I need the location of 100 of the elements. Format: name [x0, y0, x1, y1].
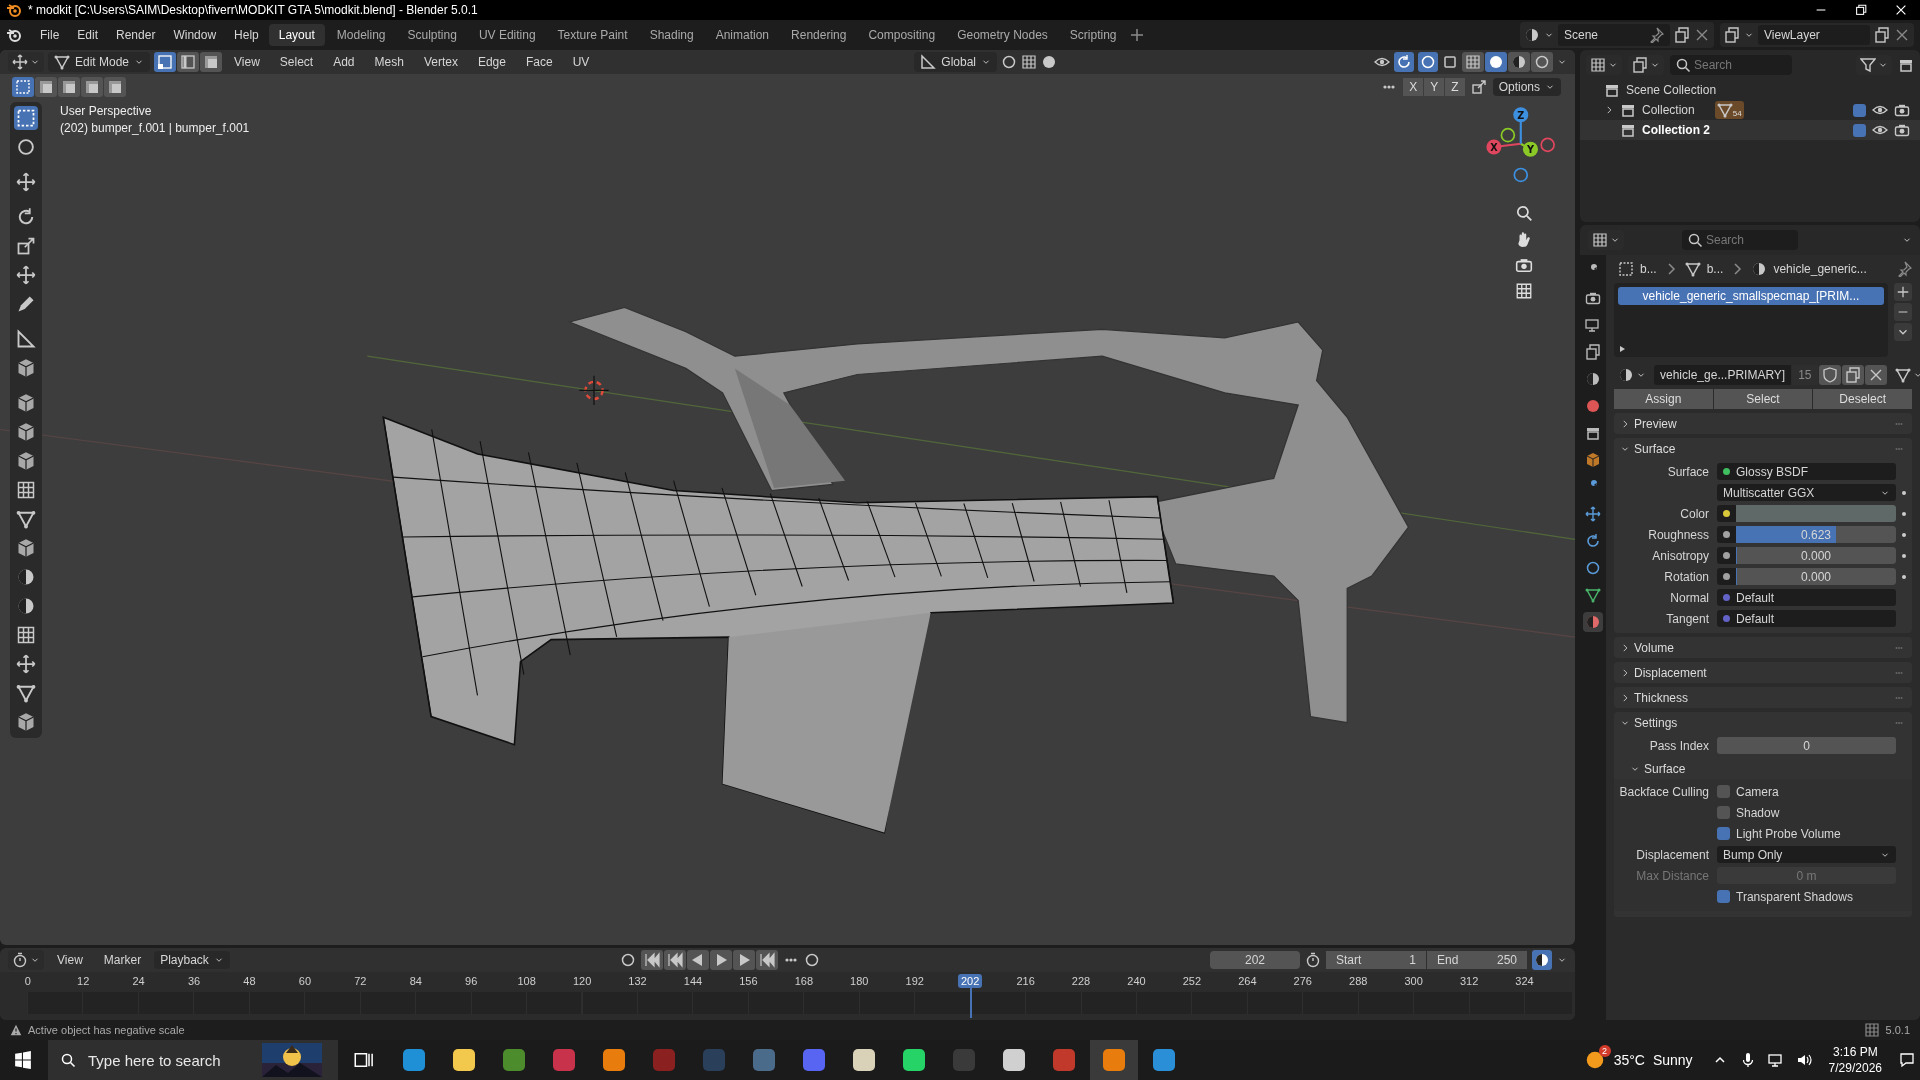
edge-select-icon[interactable] — [177, 52, 200, 72]
menu-item[interactable]: Render — [108, 25, 164, 45]
material-name-field[interactable]: vehicle_ge...PRIMARY] — [1654, 365, 1792, 385]
workspace-tab[interactable]: Geometry Nodes — [947, 24, 1058, 46]
current-frame-marker[interactable]: 202 — [957, 974, 983, 988]
breadcrumb-item[interactable]: b... — [1640, 262, 1657, 276]
collection-name[interactable]: Collection — [1642, 103, 1695, 117]
camera-icon[interactable] — [1894, 102, 1910, 118]
collection-name[interactable]: Collection 2 — [1642, 123, 1710, 137]
menu-item[interactable]: Add — [325, 52, 363, 72]
add-icon[interactable] — [1128, 27, 1145, 43]
particles-icon[interactable] — [1583, 504, 1603, 524]
restore-icon[interactable] — [1854, 3, 1868, 17]
skip-icon[interactable] — [732, 950, 755, 970]
checkbox-label[interactable]: Transparent Shadows — [1736, 889, 1853, 904]
overlay-icon[interactable] — [1418, 52, 1438, 72]
zoom-icon[interactable] — [1515, 204, 1533, 222]
network-icon[interactable] — [1767, 1052, 1784, 1068]
workspace-tab[interactable]: Sculpting — [397, 24, 467, 46]
close-icon[interactable] — [1864, 365, 1887, 385]
camera-icon[interactable] — [1515, 256, 1533, 274]
menu-item[interactable]: Mesh — [366, 52, 412, 72]
copy-icon[interactable] — [1874, 27, 1890, 43]
action-button[interactable]: Select — [1713, 389, 1813, 409]
record-icon[interactable] — [619, 952, 636, 968]
workspace-tab[interactable]: Rendering — [781, 24, 857, 46]
remove-icon[interactable] — [1894, 303, 1912, 321]
pin-icon[interactable] — [1648, 27, 1664, 43]
play-icon[interactable] — [686, 950, 709, 970]
orientation-dropdown[interactable]: Global — [914, 52, 997, 72]
proportional-icon[interactable] — [1041, 54, 1057, 70]
expand-icon[interactable] — [1620, 642, 1630, 653]
wireframe-icon[interactable] — [1462, 52, 1484, 72]
cursor-icon[interactable] — [578, 375, 610, 406]
checkbox-label[interactable]: Shadow — [1736, 805, 1780, 820]
keyframe-dot[interactable] — [1902, 532, 1906, 537]
view-layer-icon[interactable] — [1724, 27, 1740, 43]
skip-icon[interactable] — [640, 950, 663, 970]
camera-icon[interactable] — [1894, 122, 1910, 138]
panel-header[interactable]: Surface — [1634, 441, 1676, 456]
keyframe-dot[interactable] — [1902, 553, 1906, 558]
keying-icon[interactable] — [803, 952, 820, 968]
workspace-tab[interactable]: Texture Paint — [547, 24, 638, 46]
checkbox[interactable] — [1853, 123, 1866, 137]
panel-header[interactable]: Surface — [1644, 761, 1686, 776]
action-button[interactable]: Deselect — [1813, 389, 1912, 409]
expand-icon[interactable] — [1620, 692, 1630, 703]
menu-item[interactable]: Vertex — [415, 52, 466, 72]
gizmo-toggle-icon[interactable] — [1394, 52, 1414, 72]
menu-item[interactable]: Window — [165, 25, 225, 45]
socket-field[interactable]: Default — [1717, 610, 1896, 627]
scene-icon[interactable] — [1524, 27, 1540, 43]
checkbox[interactable] — [1717, 890, 1730, 903]
view-layer-field[interactable]: ViewLayer — [1758, 25, 1870, 45]
workspace-tab[interactable]: Modeling — [326, 24, 396, 46]
number-field[interactable]: 0 — [1717, 737, 1896, 754]
notifications-icon[interactable] — [1899, 1052, 1915, 1068]
add-icon[interactable] — [1894, 283, 1912, 301]
expand-icon[interactable] — [1620, 418, 1630, 429]
socket-field[interactable]: Glossy BSDF — [1717, 463, 1896, 480]
copy-icon[interactable] — [1674, 27, 1690, 43]
panel-header[interactable]: Settings — [1634, 715, 1678, 730]
new-collection-icon[interactable] — [1898, 57, 1914, 73]
axis-toggle[interactable]: Y — [1424, 78, 1445, 96]
copy-icon[interactable] — [1841, 365, 1864, 385]
keyframe-dot[interactable] — [1902, 574, 1906, 579]
panel-header[interactable]: Thickness — [1634, 690, 1689, 705]
menu-item[interactable]: UV — [564, 52, 598, 72]
menu-item[interactable]: Help — [226, 25, 267, 45]
editor-type-button[interactable] — [8, 950, 44, 970]
checkbox[interactable] — [1717, 827, 1730, 840]
menu-item[interactable]: Edit — [69, 25, 107, 45]
close-icon[interactable] — [1894, 3, 1908, 17]
skip-icon[interactable] — [755, 950, 778, 970]
play-icon[interactable] — [709, 950, 732, 970]
checkbox-label[interactable]: Light Probe Volume — [1736, 826, 1841, 841]
volume-icon[interactable] — [1795, 1052, 1812, 1068]
pivot-icon[interactable] — [1001, 54, 1017, 70]
search-field[interactable]: Search — [1670, 55, 1792, 75]
start-field[interactable]: Start 1 — [1326, 951, 1426, 969]
expand-icon[interactable] — [1604, 105, 1614, 115]
playback-dropdown[interactable]: Playback — [154, 951, 230, 969]
stopwatch-icon[interactable] — [1305, 952, 1321, 968]
workspace-tab[interactable]: Scripting — [1059, 24, 1127, 46]
breadcrumb-item[interactable]: vehicle_generic... — [1773, 262, 1867, 276]
workspace-tab[interactable]: Compositing — [858, 24, 946, 46]
box-select-icon[interactable] — [12, 77, 34, 97]
grid-icon[interactable] — [1515, 282, 1533, 300]
select-box-icon[interactable] — [14, 106, 38, 130]
solid-icon[interactable] — [1485, 52, 1507, 72]
checkbox-label[interactable]: Camera — [1736, 784, 1779, 799]
menu-item[interactable]: View — [226, 52, 268, 72]
menu-item[interactable]: Edge — [469, 52, 514, 72]
sync-icon[interactable] — [1532, 950, 1552, 970]
menu-item[interactable]: View — [49, 950, 91, 970]
panel-header[interactable]: Preview — [1634, 416, 1677, 431]
workspace-tab[interactable]: UV Editing — [468, 24, 546, 46]
dropdown[interactable]: Multiscatter GGX — [1717, 484, 1896, 501]
layers-icon[interactable] — [1583, 342, 1603, 362]
options-dropdown[interactable]: Options — [1492, 78, 1561, 96]
